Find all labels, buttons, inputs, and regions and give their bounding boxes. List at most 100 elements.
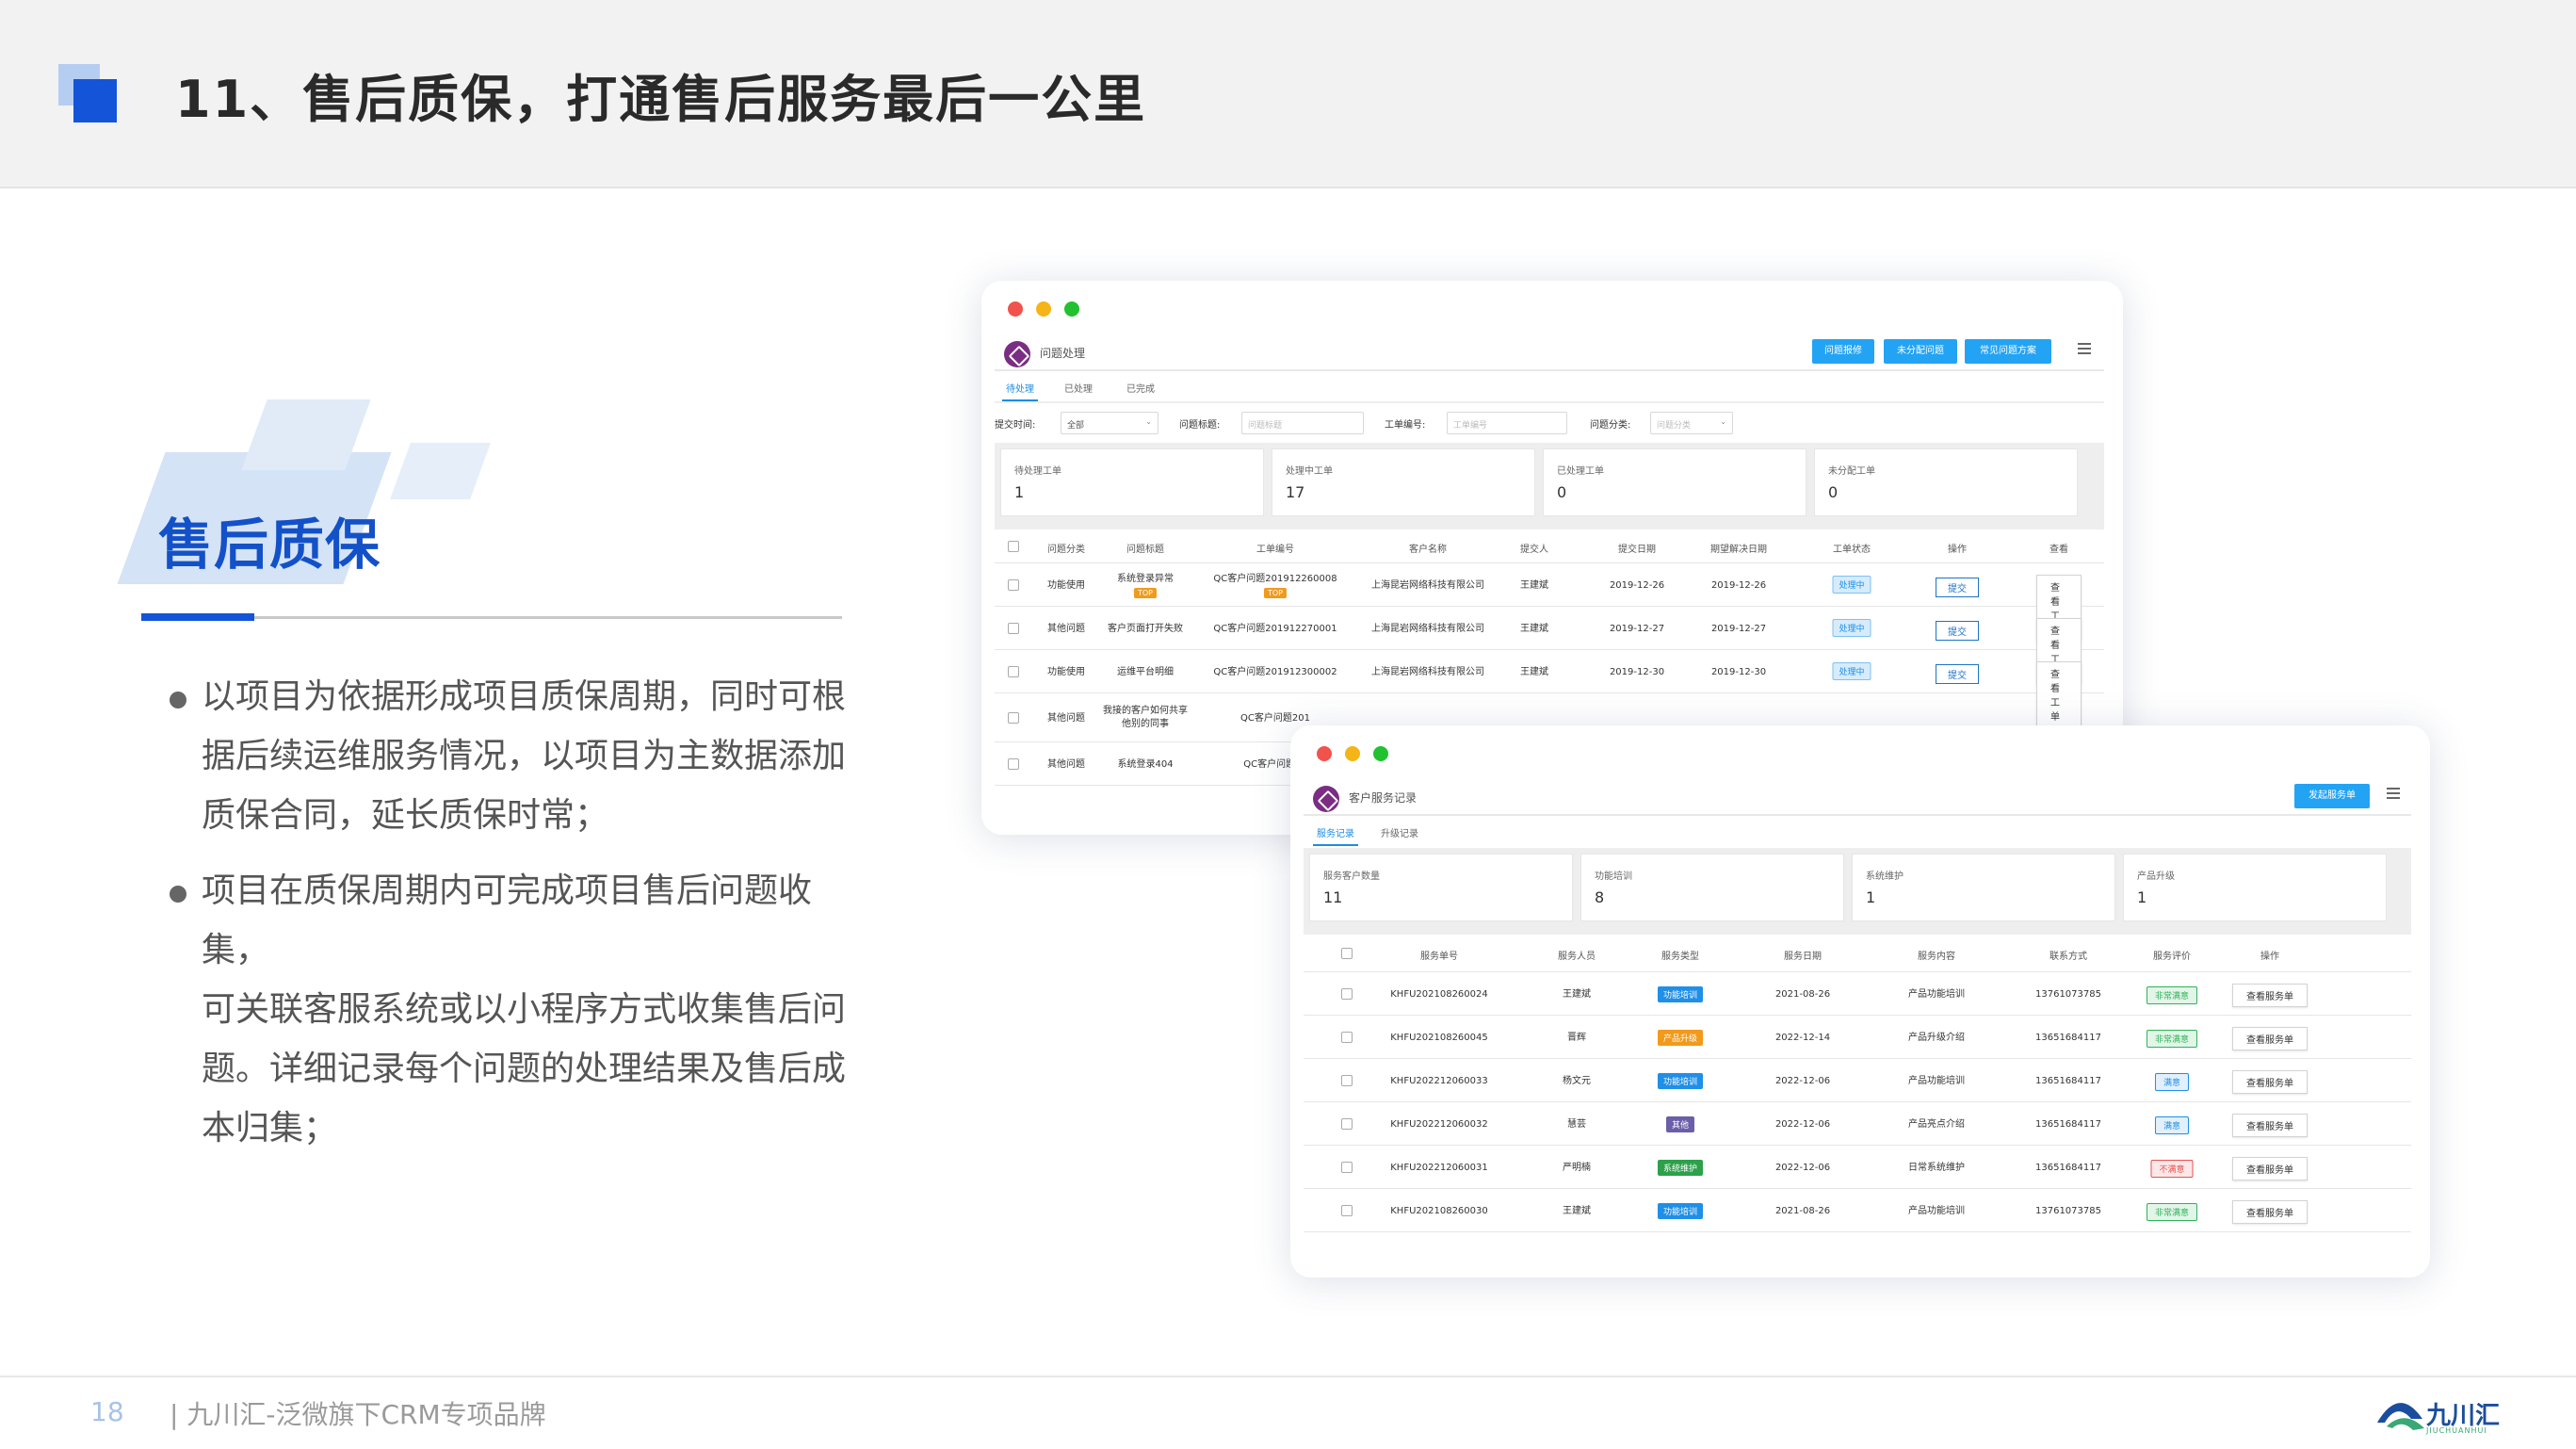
service-app: 客户服务记录 发起服务单 服务记录 升级记录 服务客户数量 11 功能培训 8 …	[1304, 778, 2411, 1278]
table-row[interactable]: 功能使用 系统登录异常 TOP QC客户问题201912260008 TOP 上…	[995, 563, 2104, 641]
cell-category: 其他问题	[1047, 713, 1085, 724]
title-input[interactable]: 问题标题	[1241, 412, 1364, 434]
cell-service-no[interactable]: KHFU202212060031	[1390, 1162, 1488, 1175]
cell-content: 产品功能培训	[1908, 1076, 1965, 1086]
maximize-dot-icon[interactable]	[1064, 301, 1079, 317]
stat-card[interactable]: 未分配工单 0	[1814, 448, 2078, 516]
row-checkbox[interactable]	[1341, 1118, 1353, 1130]
stat-value: 17	[1286, 483, 1305, 501]
section-divider-accent	[141, 613, 254, 621]
order-no-input[interactable]: 工单编号	[1447, 412, 1567, 434]
cell-customer: 上海昆岩网络科技有限公司	[1371, 667, 1484, 677]
minimize-dot-icon[interactable]	[1036, 301, 1051, 317]
tab-pending[interactable]: 待处理	[1002, 381, 1038, 401]
category-select[interactable]: 问题分类 ⌄	[1650, 412, 1733, 434]
cell-phone: 13761073785	[2035, 989, 2101, 1000]
view-service-order-button[interactable]: 查看服务单	[2232, 984, 2308, 1007]
stat-value: 1	[1014, 483, 1025, 501]
service-type-badge: 功能培训	[1657, 986, 1704, 1002]
chevron-down-icon: ⌄	[1145, 417, 1152, 426]
submit-time-select[interactable]: 全部 ⌄	[1061, 412, 1158, 434]
list-menu-icon[interactable]	[2383, 784, 2402, 803]
stat-card[interactable]: 待处理工单 1	[1000, 448, 1264, 516]
row-checkbox[interactable]	[1008, 623, 1019, 634]
list-menu-icon[interactable]	[2074, 339, 2093, 358]
tab-completed[interactable]: 已完成	[1126, 381, 1155, 395]
submit-button[interactable]: 提交	[1936, 664, 1979, 684]
row-checkbox[interactable]	[1341, 988, 1353, 1000]
bullet-line: 可关联客服系统或以小程序方式收集售后问	[202, 990, 847, 1029]
cell-order-no[interactable]: QC客户问题201912260008	[1213, 573, 1337, 586]
row-checkbox[interactable]	[1341, 1032, 1353, 1043]
view-service-order-button[interactable]: 查看服务单	[2232, 1157, 2308, 1180]
select-all-checkbox[interactable]	[1008, 541, 1019, 552]
cell-order-no[interactable]: QC客户问题201912270001	[1213, 623, 1337, 636]
table-row[interactable]: KHFU202108260024 王建斌 功能培训 2021-08-26 产品功…	[1304, 972, 2411, 1016]
row-checkbox[interactable]	[1341, 1162, 1353, 1173]
cell-order-no[interactable]: QC客户问题201	[1240, 712, 1310, 725]
cell-title: 运维平台明细	[1117, 667, 1174, 677]
row-checkbox[interactable]	[1341, 1205, 1353, 1216]
cell-order-no[interactable]: QC客户问题201912300002	[1213, 666, 1337, 679]
cell-service-no[interactable]: KHFU202108260045	[1390, 1032, 1488, 1045]
view-service-order-button[interactable]: 查看服务单	[2232, 1114, 2308, 1137]
app-title: 客户服务记录	[1349, 791, 1418, 805]
cell-service-no[interactable]: KHFU202212060032	[1390, 1118, 1488, 1132]
tab-service-records[interactable]: 服务记录	[1313, 825, 1358, 846]
stat-card[interactable]: 系统维护 1	[1852, 854, 2115, 921]
cell-date: 2019-12-27	[1609, 624, 1665, 634]
report-issue-button[interactable]: 问题报修	[1812, 339, 1874, 364]
cell-date: 2019-12-30	[1609, 667, 1665, 677]
cell-date: 2022-12-06	[1774, 1163, 1831, 1173]
header-square-dark	[73, 79, 117, 122]
row-checkbox[interactable]	[1008, 666, 1019, 677]
row-checkbox[interactable]	[1008, 712, 1019, 724]
table-row[interactable]: 其他问题 客户页面打开失败 QC客户问题201912270001 上海昆岩网络科…	[995, 607, 2104, 684]
minimize-dot-icon[interactable]	[1345, 746, 1360, 761]
row-checkbox[interactable]	[1008, 579, 1019, 591]
tab-bar: 服务记录 升级记录	[1304, 820, 2411, 846]
app-logo-icon	[1004, 341, 1030, 367]
table-row[interactable]: 功能使用 运维平台明细 QC客户问题201912300002 上海昆岩网络科技有…	[995, 650, 2104, 727]
stat-card[interactable]: 处理中工单 17	[1272, 448, 1535, 516]
view-service-order-button[interactable]: 查看服务单	[2232, 1070, 2308, 1094]
stat-value: 1	[1866, 888, 1876, 906]
bullet-item: 以项目为依据形成项目质保周期，同时可根 据后续运维服务情况，以项目为主数据添加 …	[170, 667, 848, 845]
create-service-order-button[interactable]: 发起服务单	[2294, 784, 2370, 808]
view-service-order-button[interactable]: 查看服务单	[2232, 1200, 2308, 1224]
close-dot-icon[interactable]	[1008, 301, 1023, 317]
row-checkbox[interactable]	[1341, 1075, 1353, 1086]
table-row[interactable]: KHFU202108260045 晋辉 产品升级 2022-12-14 产品升级…	[1304, 1016, 2411, 1059]
tab-processed[interactable]: 已处理	[1064, 381, 1093, 395]
table-row[interactable]: KHFU202212060033 杨文元 功能培训 2022-12-06 产品功…	[1304, 1059, 2411, 1102]
rating-badge: 不满意	[2150, 1160, 2194, 1178]
select-all-checkbox[interactable]	[1341, 948, 1353, 959]
stat-card[interactable]: 服务客户数量 11	[1309, 854, 1573, 921]
tab-upgrade-records[interactable]: 升级记录	[1381, 825, 1418, 839]
rating-badge: 非常满意	[2146, 1030, 2198, 1048]
cell-staff: 王建斌	[1563, 1206, 1591, 1216]
table-row[interactable]: KHFU202212060032 慧芸 其他 2022-12-06 产品亮点介绍…	[1304, 1102, 2411, 1146]
cell-customer: 上海昆岩网络科技有限公司	[1371, 624, 1484, 634]
stat-card[interactable]: 已处理工单 0	[1543, 448, 1806, 516]
faq-solutions-button[interactable]: 常见问题方案	[1965, 339, 2051, 364]
maximize-dot-icon[interactable]	[1373, 746, 1388, 761]
view-service-order-button[interactable]: 查看服务单	[2232, 1027, 2308, 1050]
row-checkbox[interactable]	[1008, 758, 1019, 770]
stat-card[interactable]: 产品升级 1	[2123, 854, 2387, 921]
cell-title: 系统登录异常	[1117, 574, 1174, 584]
column-header: 服务日期	[1784, 952, 1822, 962]
stat-card[interactable]: 功能培训 8	[1580, 854, 1844, 921]
submit-button[interactable]: 提交	[1936, 578, 1979, 597]
cell-service-no[interactable]: KHFU202212060033	[1390, 1075, 1488, 1088]
unassigned-issues-button[interactable]: 未分配问题	[1884, 339, 1957, 364]
cell-service-no[interactable]: KHFU202108260024	[1390, 988, 1488, 1001]
table-row[interactable]: KHFU202108260030 王建斌 功能培训 2021-08-26 产品功…	[1304, 1189, 2411, 1232]
cell-service-no[interactable]: KHFU202108260030	[1390, 1205, 1488, 1218]
close-dot-icon[interactable]	[1317, 746, 1332, 761]
cell-phone: 13651684117	[2035, 1076, 2101, 1086]
service-type-badge: 产品升级	[1657, 1030, 1704, 1046]
bullet-line: 本归集；	[202, 1109, 338, 1148]
table-row[interactable]: KHFU202212060031 严明楠 系统维护 2022-12-06 日常系…	[1304, 1146, 2411, 1189]
submit-button[interactable]: 提交	[1936, 621, 1979, 641]
